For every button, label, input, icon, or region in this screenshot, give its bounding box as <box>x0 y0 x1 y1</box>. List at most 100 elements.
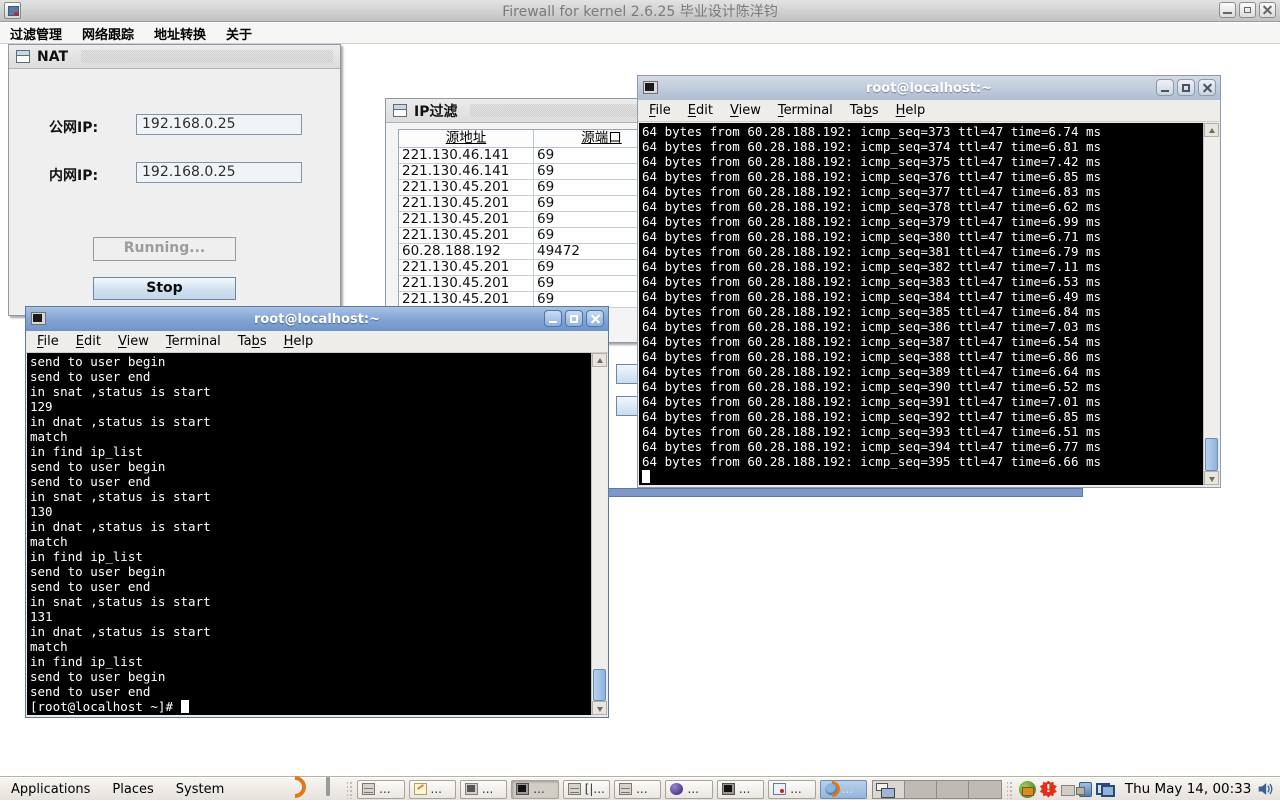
scrollbar-thumb[interactable] <box>1205 438 1218 471</box>
menu-edit[interactable]: Edit <box>76 334 101 349</box>
column-header-source-address[interactable]: 源地址 <box>399 130 534 148</box>
input-indicator-icon[interactable] <box>1060 785 1075 796</box>
file-manager-icon <box>619 783 633 795</box>
menu-terminal[interactable]: Terminal <box>166 334 221 349</box>
menu-tabs[interactable]: Tabs <box>238 334 267 349</box>
terminal-titlebar[interactable]: root@localhost:~ <box>26 307 608 331</box>
menu-network-trace[interactable]: 网络跟踪 <box>82 24 134 43</box>
taskbar-window-button[interactable]: ... <box>716 779 765 799</box>
scroll-up-icon[interactable] <box>1204 123 1219 137</box>
selinux-alert-icon[interactable] <box>1039 780 1057 798</box>
clock[interactable]: Thu May 14, 00:33 <box>1125 781 1252 797</box>
menu-edit[interactable]: Edit <box>688 103 713 118</box>
volume-icon[interactable] <box>1257 780 1274 798</box>
cell-source-address[interactable]: 221.130.45.201 <box>399 260 534 276</box>
private-ip-field[interactable]: 192.168.0.25 <box>136 162 302 183</box>
terminal-line: 64 bytes from 60.28.188.192: icmp_seq=37… <box>642 154 1102 169</box>
menu-filter-management[interactable]: 过滤管理 <box>10 24 62 43</box>
taskbar-window-button[interactable]: ... <box>511 779 559 799</box>
main-window-title: Firewall for kernel 2.6.25 毕业设计陈洋钧 <box>502 3 778 20</box>
cell-source-address[interactable]: 221.130.45.201 <box>399 212 534 228</box>
scrollbar-thumb[interactable] <box>593 669 606 701</box>
terminal-output: send to user begin send to user end in sna… <box>30 354 591 699</box>
workspace-4[interactable] <box>969 780 1002 798</box>
stop-button[interactable]: Stop <box>93 277 236 300</box>
close-icon[interactable] <box>1198 79 1216 96</box>
cell-source-address[interactable]: 221.130.45.201 <box>399 196 534 212</box>
taskbar-window-button[interactable]: ... <box>614 779 662 799</box>
taskbar-window-button[interactable]: ... <box>357 779 405 799</box>
window-icon <box>393 104 407 117</box>
taskbar-window-button[interactable]: ... <box>408 779 456 799</box>
terminal-scrollbar[interactable] <box>1203 123 1219 485</box>
terminal-line: 64 bytes from 60.28.188.192: icmp_seq=39… <box>642 439 1102 454</box>
terminal-screen[interactable]: send to user begin send to user end in sna… <box>27 353 591 715</box>
close-icon[interactable] <box>586 310 604 327</box>
minimize-icon[interactable] <box>544 310 562 327</box>
workspace-3[interactable] <box>937 780 970 798</box>
terminal-line: send to user end <box>30 369 151 384</box>
menu-view[interactable]: View <box>730 103 761 118</box>
firefox-icon <box>824 783 838 795</box>
terminal-titlebar[interactable]: root@localhost:~ <box>638 76 1220 100</box>
taskbar-window-button[interactable]: ... <box>819 779 868 799</box>
terminal-line: send to user end <box>30 474 151 489</box>
network-device-icon[interactable] <box>1075 782 1092 797</box>
close-icon[interactable] <box>1259 2 1276 18</box>
cell-source-address[interactable]: 221.130.46.141 <box>399 164 534 180</box>
menu-address-translation[interactable]: 地址转换 <box>154 24 206 43</box>
workspace-switcher[interactable] <box>872 779 1003 799</box>
nat-window-title: NAT <box>37 48 69 65</box>
scroll-down-icon[interactable] <box>592 701 607 715</box>
minimize-icon[interactable] <box>1219 2 1236 18</box>
scroll-down-icon[interactable] <box>1204 471 1219 485</box>
cell-source-address[interactable]: 221.130.45.201 <box>399 180 534 196</box>
taskbar-window-button[interactable]: ... <box>665 779 713 799</box>
menu-about[interactable]: 关于 <box>226 24 252 43</box>
terminal-line: in dnat ,status is start <box>30 519 211 534</box>
scroll-up-icon[interactable] <box>592 353 607 367</box>
workspace-1[interactable] <box>873 780 906 798</box>
cell-source-address[interactable]: 60.28.188.192 <box>399 244 534 260</box>
menu-help[interactable]: Help <box>284 334 314 349</box>
public-ip-label: 公网IP: <box>49 120 99 136</box>
taskbar-window-button[interactable]: ... <box>768 779 816 799</box>
places-menu[interactable]: Places <box>101 778 164 800</box>
terminal-line: 64 bytes from 60.28.188.192: icmp_seq=38… <box>642 259 1102 274</box>
maximize-icon[interactable] <box>1239 2 1256 18</box>
panel-separator <box>1007 779 1013 799</box>
menu-terminal[interactable]: Terminal <box>778 103 833 118</box>
applications-menu[interactable]: Applications <box>0 778 101 800</box>
terminal-launcher-icon[interactable] <box>325 777 343 799</box>
nat-window-titlebar[interactable]: NAT <box>9 45 340 69</box>
menu-file[interactable]: File <box>37 334 59 349</box>
maximize-icon[interactable] <box>565 310 583 327</box>
network-computers-icon[interactable] <box>1095 781 1115 798</box>
shell-prompt: [root@localhost ~]# <box>30 699 181 714</box>
workspace-2[interactable] <box>905 780 938 798</box>
menu-file[interactable]: File <box>649 103 671 118</box>
menu-view[interactable]: View <box>118 334 149 349</box>
system-menu[interactable]: System <box>165 778 235 800</box>
terminal-line: 64 bytes from 60.28.188.192: icmp_seq=38… <box>642 349 1102 364</box>
menu-tabs[interactable]: Tabs <box>850 103 879 118</box>
main-window-titlebar[interactable]: Firewall for kernel 2.6.25 毕业设计陈洋钧 <box>0 0 1280 22</box>
titlebar-texture <box>81 50 333 63</box>
terminal-scrollbar[interactable] <box>591 353 607 715</box>
menu-help[interactable]: Help <box>896 103 926 118</box>
software-updater-icon[interactable] <box>1018 780 1036 798</box>
cell-source-address[interactable]: 221.130.45.201 <box>399 228 534 244</box>
terminal-title: root@localhost:~ <box>253 311 381 327</box>
terminal-screen[interactable]: 64 bytes from 60.28.188.192: icmp_seq=37… <box>639 123 1203 485</box>
taskbar-window-button[interactable]: ... <box>459 779 508 799</box>
public-ip-field[interactable]: 192.168.0.25 <box>136 114 302 135</box>
minimize-icon[interactable] <box>1156 79 1174 96</box>
maximize-icon[interactable] <box>1177 79 1195 96</box>
cell-source-address[interactable]: 221.130.45.201 <box>399 276 534 292</box>
terminal-line: 129 <box>30 399 53 414</box>
nat-window: NAT 公网IP: 192.168.0.25 内网IP: 192.168.0.2… <box>8 44 341 316</box>
terminal-window-ping: root@localhost:~ File Edit View Terminal… <box>637 75 1221 488</box>
taskbar-window-button[interactable]: [|... <box>562 779 611 799</box>
firefox-launcher-icon[interactable] <box>303 779 320 799</box>
cell-source-address[interactable]: 221.130.46.141 <box>399 148 534 164</box>
